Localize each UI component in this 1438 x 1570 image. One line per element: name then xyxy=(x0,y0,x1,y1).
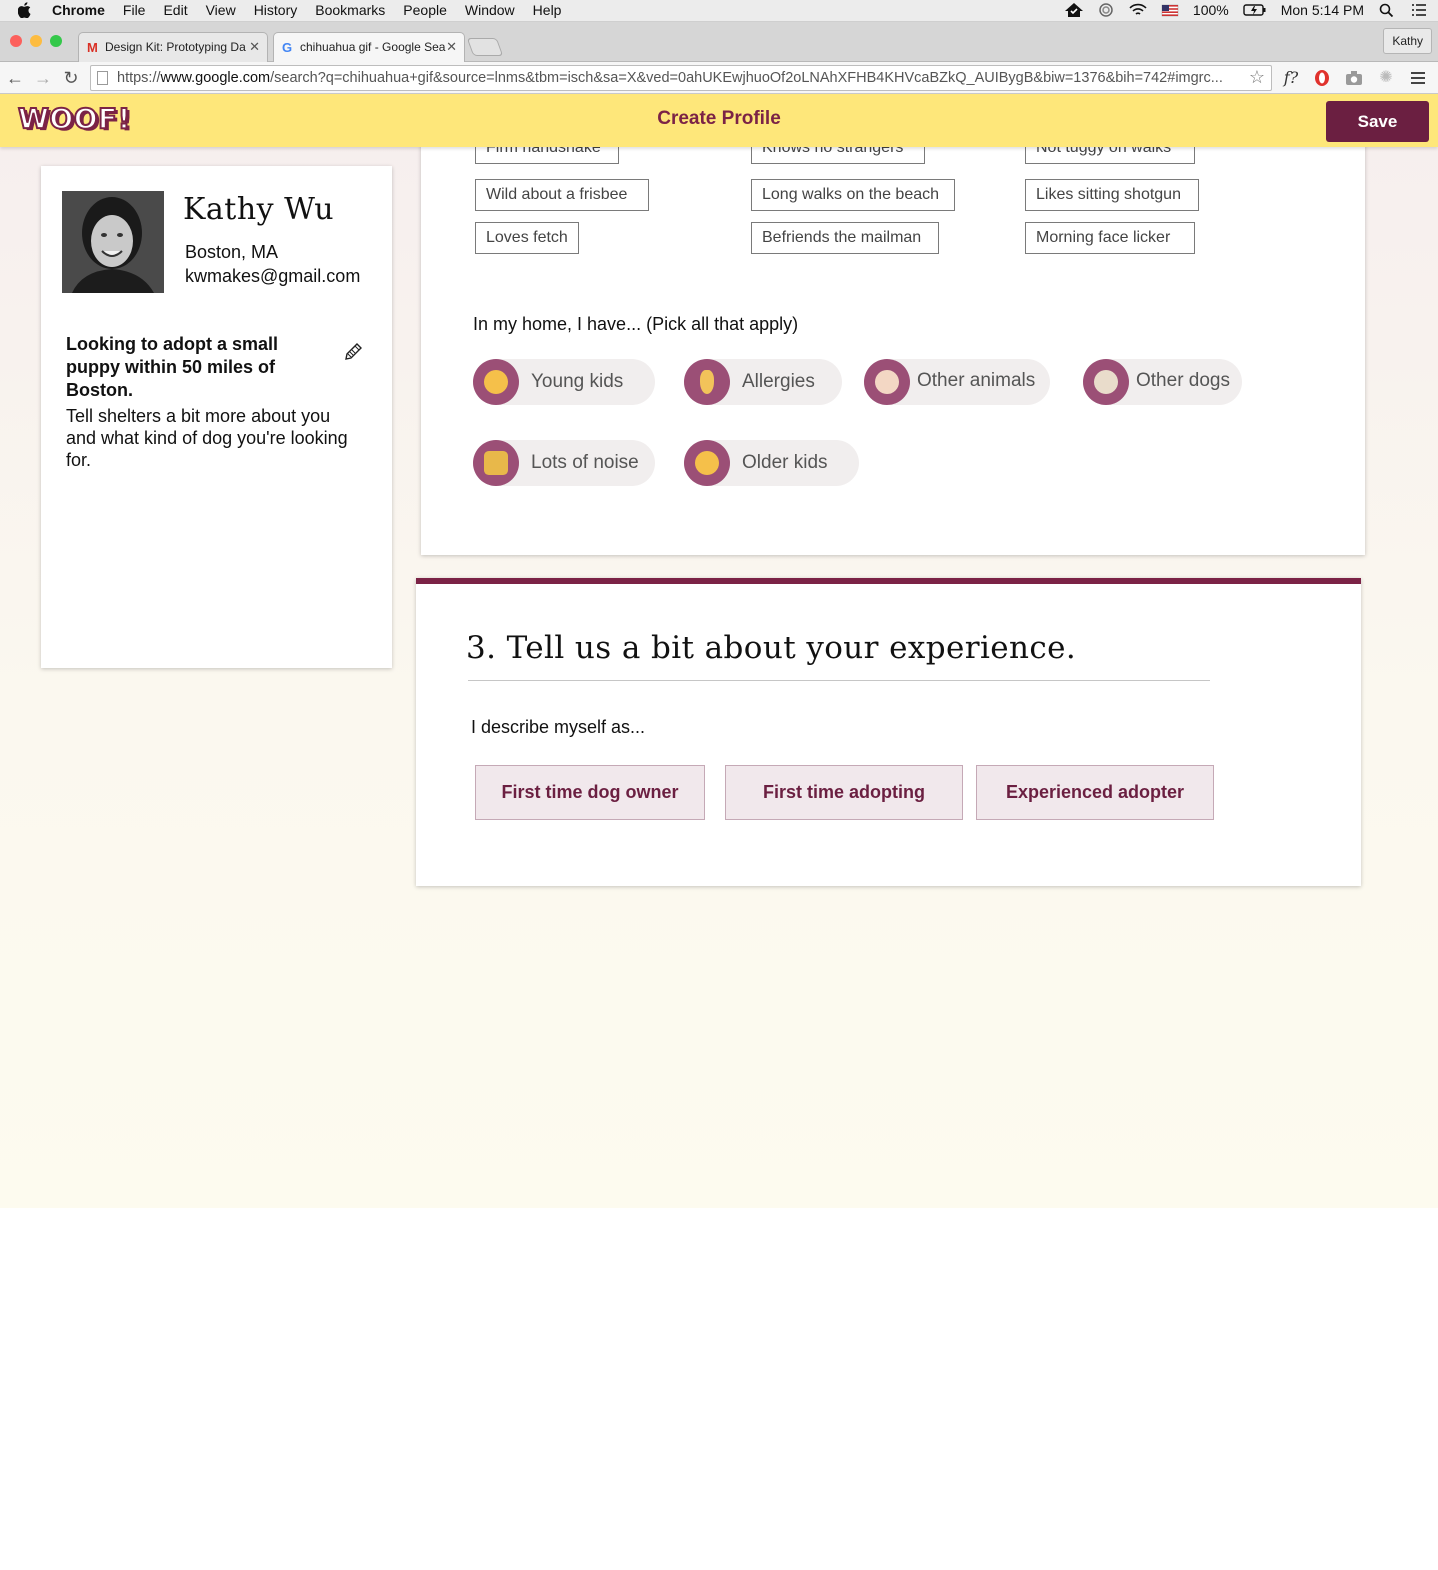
experience-prompt: I describe myself as... xyxy=(471,717,646,737)
url-path: /search?q=chihuahua+gif&source=lnms&tbm=… xyxy=(270,70,1223,86)
chip-label: Other animals xyxy=(917,370,1036,391)
sync-icon[interactable] xyxy=(1097,3,1115,17)
baby-icon xyxy=(473,359,519,405)
experience-card: 3. Tell us a bit about your experience. … xyxy=(416,578,1361,886)
battery-percent[interactable]: 100% xyxy=(1193,2,1229,18)
gmail-icon: M xyxy=(87,40,98,55)
profile-name: Kathy Wu xyxy=(183,192,335,227)
tab-chihuahua-gif[interactable]: G chihuahua gif - Google Sea ✕ xyxy=(273,32,465,62)
trait-wild-about-frisbee[interactable]: Wild about a frisbee xyxy=(475,179,649,211)
tab-title: chihuahua gif - Google Sea xyxy=(300,40,446,54)
new-tab-button[interactable] xyxy=(466,38,504,56)
extension-f-icon[interactable]: f? xyxy=(1280,67,1302,89)
home-option-young-kids[interactable]: Young kids xyxy=(473,359,655,405)
bookmark-star-icon[interactable]: ☆ xyxy=(1249,67,1265,88)
chip-label: Older kids xyxy=(742,452,828,473)
battery-icon[interactable] xyxy=(1243,3,1267,17)
back-icon[interactable]: ← xyxy=(4,67,26,89)
us-flag-icon[interactable] xyxy=(1161,3,1179,17)
page-viewport: WOOF! Create Profile Save Kathy Wu Bosto… xyxy=(0,94,1438,1208)
profile-description[interactable]: Tell shelters a bit more about you and w… xyxy=(66,405,356,471)
app-header: WOOF! Create Profile Save xyxy=(0,94,1438,147)
page-title: Create Profile xyxy=(657,108,781,129)
profile-location: Boston, MA xyxy=(185,242,279,262)
home-check-icon[interactable] xyxy=(1064,3,1083,17)
window-controls xyxy=(10,35,62,47)
adoption-goal: Looking to adopt a small puppy within 50… xyxy=(66,334,279,400)
close-tab-icon[interactable]: ✕ xyxy=(446,39,457,55)
megaphone-icon xyxy=(473,440,519,486)
chrome-menu-icon[interactable] xyxy=(1407,67,1429,89)
minimize-window-icon[interactable] xyxy=(30,35,42,47)
menu-bookmarks[interactable]: Bookmarks xyxy=(315,2,385,18)
menu-help[interactable]: Help xyxy=(533,2,562,18)
wifi-icon[interactable] xyxy=(1129,3,1147,17)
browser-toolbar: ← → ↻ https://www.google.com/search?q=ch… xyxy=(0,62,1438,94)
trait-likes-sitting-shotgun[interactable]: Likes sitting shotgun xyxy=(1025,179,1199,211)
google-icon: G xyxy=(282,40,293,55)
menu-people[interactable]: People xyxy=(403,2,447,18)
home-option-lots-of-noise[interactable]: Lots of noise xyxy=(473,440,655,486)
nose-icon xyxy=(684,359,730,405)
close-window-icon[interactable] xyxy=(10,35,22,47)
section-divider xyxy=(468,680,1210,681)
reload-icon[interactable]: ↻ xyxy=(60,67,82,89)
apple-icon[interactable] xyxy=(18,2,32,18)
chrome-profile-button[interactable]: Kathy xyxy=(1383,28,1432,54)
pencil-edit-icon[interactable] xyxy=(341,340,365,364)
dog-face-icon xyxy=(1083,359,1129,405)
chip-label: Other dogs xyxy=(1136,370,1230,391)
home-option-other-dogs[interactable]: Other dogs xyxy=(1083,359,1242,405)
first-time-dog-owner-button[interactable]: First time dog owner xyxy=(475,765,705,820)
trait-long-walks-beach[interactable]: Long walks on the beach xyxy=(751,179,955,211)
first-time-adopting-button[interactable]: First time adopting xyxy=(725,765,963,820)
home-option-other-animals[interactable]: Other animals xyxy=(864,359,1050,405)
menubar-clock[interactable]: Mon 5:14 PM xyxy=(1281,2,1364,18)
browser-tab-strip: M Design Kit: Prototyping Da ✕ G chihuah… xyxy=(0,22,1438,62)
tab-title: Design Kit: Prototyping Da xyxy=(105,40,246,54)
zoom-window-icon[interactable] xyxy=(50,35,62,47)
opera-extension-icon[interactable] xyxy=(1311,67,1333,89)
notification-center-icon[interactable] xyxy=(1410,3,1428,17)
child-icon xyxy=(684,440,730,486)
close-tab-icon[interactable]: ✕ xyxy=(249,39,260,55)
tab-design-kit[interactable]: M Design Kit: Prototyping Da ✕ xyxy=(78,32,268,62)
settings-extension-icon[interactable]: ✺ xyxy=(1375,67,1397,89)
hamster-icon xyxy=(864,359,910,405)
address-bar[interactable]: https://www.google.com/search?q=chihuahu… xyxy=(90,65,1272,91)
spotlight-search-icon[interactable] xyxy=(1378,3,1396,17)
forward-icon[interactable]: → xyxy=(32,67,54,89)
menu-file[interactable]: File xyxy=(123,2,146,18)
avatar xyxy=(62,191,164,293)
menu-edit[interactable]: Edit xyxy=(163,2,187,18)
blank-area xyxy=(0,1208,1438,1570)
menu-view[interactable]: View xyxy=(206,2,236,18)
chip-label: Allergies xyxy=(742,371,815,392)
save-button[interactable]: Save xyxy=(1326,101,1429,142)
trait-befriends-mailman[interactable]: Befriends the mailman xyxy=(751,222,939,254)
trait-loves-fetch[interactable]: Loves fetch xyxy=(475,222,579,254)
camera-extension-icon[interactable] xyxy=(1343,67,1365,89)
chip-label: Lots of noise xyxy=(531,452,639,473)
menu-window[interactable]: Window xyxy=(465,2,515,18)
macos-menu-bar: Chrome File Edit View History Bookmarks … xyxy=(0,0,1438,22)
chip-label: Young kids xyxy=(531,371,624,392)
url-host: www.google.com xyxy=(160,70,271,86)
trait-morning-face-licker[interactable]: Morning face licker xyxy=(1025,222,1195,254)
menu-history[interactable]: History xyxy=(254,2,298,18)
menu-app-name[interactable]: Chrome xyxy=(52,2,105,18)
home-preferences-card: Firm handshake Knows no strangers Not tu… xyxy=(421,132,1365,555)
home-option-older-kids[interactable]: Older kids xyxy=(684,440,859,486)
home-option-allergies[interactable]: Allergies xyxy=(684,359,842,405)
experience-section-title: 3. Tell us a bit about your experience. xyxy=(466,630,1077,666)
profile-card: Kathy Wu Boston, MA kwmakes@gmail.com Lo… xyxy=(41,166,392,668)
home-prompt: In my home, I have... (Pick all that app… xyxy=(473,314,799,334)
page-icon xyxy=(97,71,108,85)
experienced-adopter-button[interactable]: Experienced adopter xyxy=(976,765,1214,820)
url-prefix: https:// xyxy=(117,70,161,86)
profile-email: kwmakes@gmail.com xyxy=(185,266,361,286)
